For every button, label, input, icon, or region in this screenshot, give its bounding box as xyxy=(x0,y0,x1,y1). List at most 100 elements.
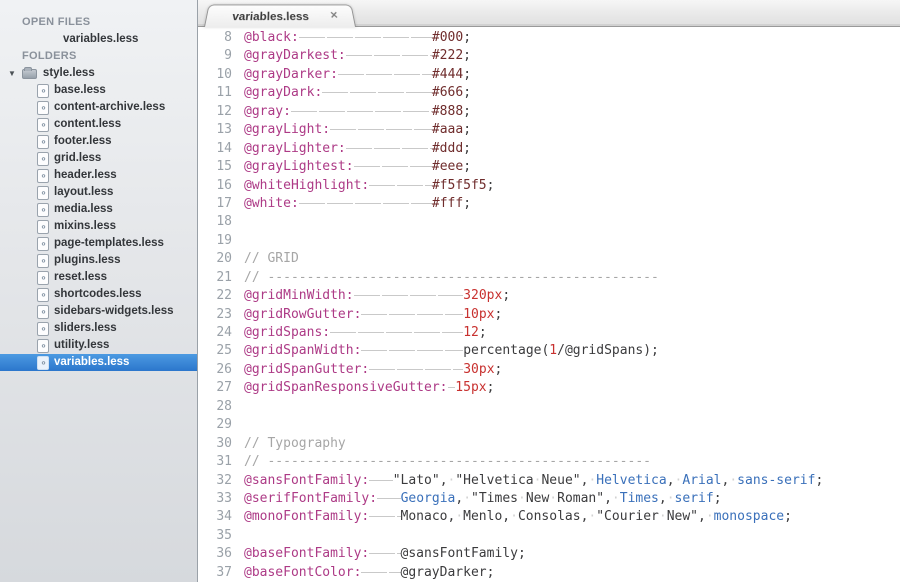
code-line[interactable]: 11@grayDark:#666; xyxy=(198,84,900,102)
code-line[interactable]: 24@gridSpans:12; xyxy=(198,324,900,342)
code-line[interactable]: 32@sansFontFamily:"Lato",·"Helvetica·Neu… xyxy=(198,472,900,490)
code-line[interactable]: 19 xyxy=(198,232,900,250)
file-label: shortcodes.less xyxy=(54,286,142,303)
line-number: 17 xyxy=(198,195,232,213)
code-line[interactable]: 20// GRID xyxy=(198,250,900,268)
tab-whitespace-guide xyxy=(369,178,432,191)
code-line[interactable]: 22@gridMinWidth:320px; xyxy=(198,287,900,305)
code-line[interactable]: 9@grayDarkest:#222; xyxy=(198,47,900,65)
line-number: 12 xyxy=(198,103,232,121)
tab-whitespace-guide xyxy=(369,473,393,486)
code-line[interactable]: 30// Typography xyxy=(198,435,900,453)
code-area[interactable]: 8@black:#000;9@grayDarkest:#222;10@grayD… xyxy=(198,27,900,582)
code-token-pun: ; xyxy=(487,565,495,580)
code-token-var: @gridSpanResponsiveGutter: xyxy=(244,380,448,395)
code-line[interactable]: 18 xyxy=(198,213,900,231)
file-tree-item[interactable]: header.less xyxy=(0,167,197,184)
folder-row-style-less[interactable]: ▼ style.less xyxy=(0,65,197,82)
file-tree-item[interactable]: mixins.less xyxy=(0,218,197,235)
file-tree-item[interactable]: utility.less xyxy=(0,337,197,354)
open-files-list: variables.less xyxy=(0,31,197,48)
file-tree-item[interactable]: variables.less xyxy=(0,354,197,371)
code-token-pun: ; xyxy=(815,473,823,488)
tab-whitespace-guide xyxy=(369,546,400,559)
line-number: 35 xyxy=(198,527,232,545)
code-line[interactable]: 25@gridSpanWidth:percentage(1/@gridSpans… xyxy=(198,342,900,360)
tab-close-icon[interactable]: ✕ xyxy=(329,5,341,28)
code-line[interactable]: 35 xyxy=(198,527,900,545)
file-tree-item[interactable]: grid.less xyxy=(0,150,197,167)
code-line[interactable]: 8@black:#000; xyxy=(198,29,900,47)
line-number: 15 xyxy=(198,158,232,176)
file-tree-item[interactable]: base.less xyxy=(0,82,197,99)
file-tree-item[interactable]: sidebars-widgets.less xyxy=(0,303,197,320)
file-label: layout.less xyxy=(54,184,113,201)
code-line[interactable]: 34@monoFontFamily:Monaco,·Menlo,·Consola… xyxy=(198,508,900,526)
code-line[interactable]: 28 xyxy=(198,398,900,416)
file-icon xyxy=(37,356,49,370)
code-line[interactable]: 12@gray:#888; xyxy=(198,103,900,121)
file-icon xyxy=(37,288,49,302)
code-line[interactable]: 21// -----------------------------------… xyxy=(198,269,900,287)
code-token-var: @gridSpanWidth: xyxy=(244,343,361,358)
file-icon xyxy=(37,254,49,268)
code-token-hex: #fff xyxy=(432,196,463,211)
code-token-str: "Courier xyxy=(596,509,659,524)
file-tree-item[interactable]: page-templates.less xyxy=(0,235,197,252)
file-tree-item[interactable]: layout.less xyxy=(0,184,197,201)
code-line[interactable]: 29 xyxy=(198,416,900,434)
file-icon xyxy=(37,305,49,319)
code-token-var: @gridRowGutter: xyxy=(244,307,361,322)
code-line[interactable]: 10@grayDarker:#444; xyxy=(198,66,900,84)
code-token-pln: @sansFontFamily xyxy=(401,546,518,561)
code-token-str: Roman" xyxy=(557,491,604,506)
code-line[interactable]: 36@baseFontFamily:@sansFontFamily; xyxy=(198,545,900,563)
code-token-var: @grayLighter: xyxy=(244,141,346,156)
code-line[interactable]: 15@grayLightest:#eee; xyxy=(198,158,900,176)
disclosure-triangle-icon[interactable]: ▼ xyxy=(8,65,16,82)
tab-variables-less[interactable]: variables.less ✕ xyxy=(204,5,356,27)
line-number: 13 xyxy=(198,121,232,139)
code-line[interactable]: 31// -----------------------------------… xyxy=(198,453,900,471)
code-token-pun: ; xyxy=(463,141,471,156)
file-tree-item[interactable]: content.less xyxy=(0,116,197,133)
file-label: header.less xyxy=(54,167,117,184)
code-token-var: @gridMinWidth: xyxy=(244,288,354,303)
file-tree-item[interactable]: sliders.less xyxy=(0,320,197,337)
code-token-num: 30px xyxy=(463,362,494,377)
code-token-sp: · xyxy=(729,473,737,488)
line-content: @gridSpanGutter:30px; xyxy=(244,362,502,377)
code-token-kw: Arial xyxy=(682,473,721,488)
file-tree-item[interactable]: shortcodes.less xyxy=(0,286,197,303)
file-tree-item[interactable]: reset.less xyxy=(0,269,197,286)
code-line[interactable]: 37@baseFontColor:@grayDarker; xyxy=(198,564,900,582)
file-tree-item[interactable]: media.less xyxy=(0,201,197,218)
line-number: 33 xyxy=(198,490,232,508)
code-token-sp: · xyxy=(510,509,518,524)
code-line[interactable]: 26@gridSpanGutter:30px; xyxy=(198,361,900,379)
tab-whitespace-guide xyxy=(330,325,463,338)
file-label: reset.less xyxy=(54,269,107,286)
file-tree-item[interactable]: footer.less xyxy=(0,133,197,150)
app-window: OPEN FILES variables.less FOLDERS ▼ styl… xyxy=(0,0,900,582)
code-token-pln: Menlo xyxy=(463,509,502,524)
file-tree-item[interactable]: content-archive.less xyxy=(0,99,197,116)
open-file-item[interactable]: variables.less xyxy=(0,31,197,48)
code-line[interactable]: 27@gridSpanResponsiveGutter:15px; xyxy=(198,379,900,397)
code-line[interactable]: 13@grayLight:#aaa; xyxy=(198,121,900,139)
code-line[interactable]: 23@gridRowGutter:10px; xyxy=(198,306,900,324)
line-number: 37 xyxy=(198,564,232,582)
code-line[interactable]: 17@white:#fff; xyxy=(198,195,900,213)
code-token-pun: ; xyxy=(463,104,471,119)
code-line[interactable]: 16@whiteHighlight:#f5f5f5; xyxy=(198,177,900,195)
code-token-pun: ; xyxy=(463,122,471,137)
code-token-pln: @grayDarker xyxy=(401,565,487,580)
line-content: @whiteHighlight:#f5f5f5; xyxy=(244,178,494,193)
line-content: @serifFontFamily:Georgia,·"Times·New·Rom… xyxy=(244,491,722,506)
code-line[interactable]: 33 @serifFontFamily:Georgia,·"Times·New·R… xyxy=(198,490,900,508)
tab-bar: variables.less ✕ xyxy=(198,0,900,27)
file-icon xyxy=(37,220,49,234)
line-number: 19 xyxy=(198,232,232,250)
code-line[interactable]: 14@grayLighter:#ddd; xyxy=(198,140,900,158)
file-tree-item[interactable]: plugins.less xyxy=(0,252,197,269)
